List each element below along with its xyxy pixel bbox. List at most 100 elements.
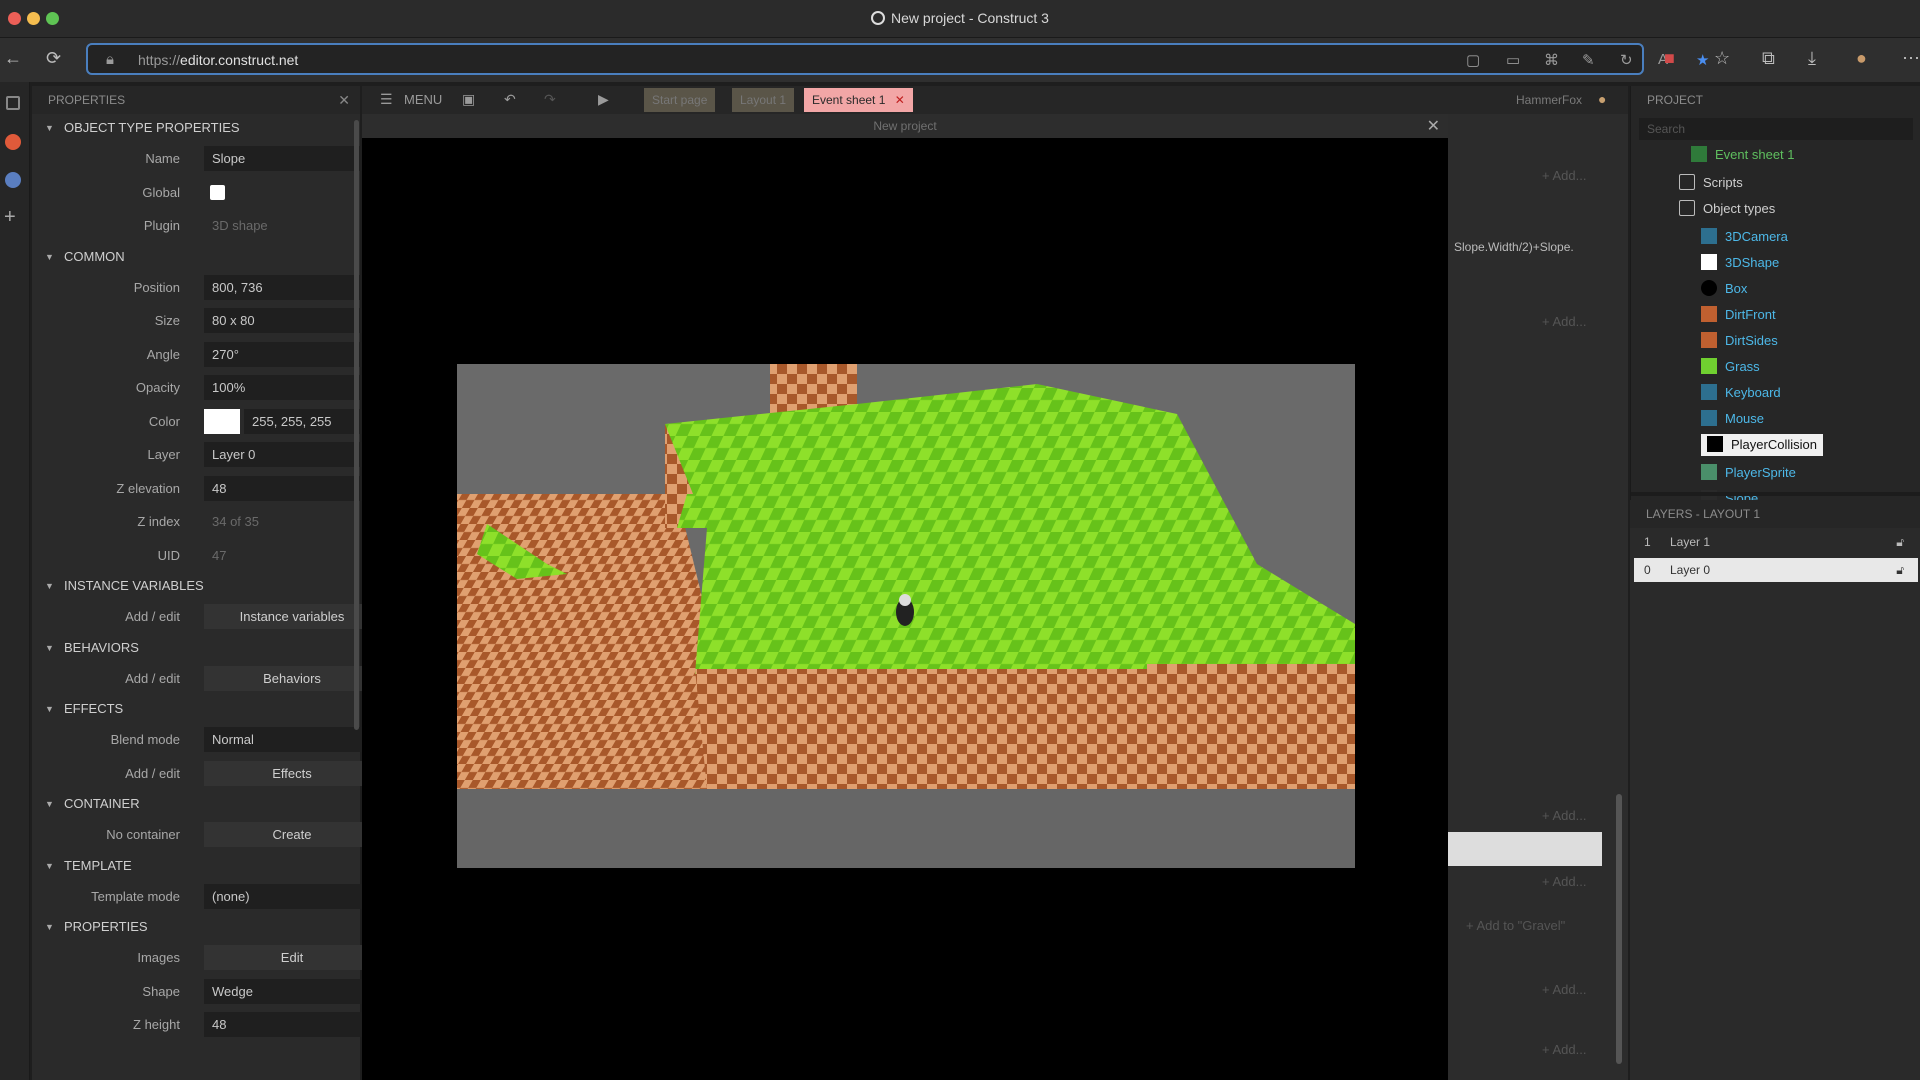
properties-panel: PROPERTIES ✕ ▼ OBJECT TYPE PROPERTIES Name…: [32, 86, 380, 1080]
shape-select[interactable]: Wedge▾: [204, 978, 380, 1004]
prop-label: Layer: [147, 447, 180, 462]
project-tree-item[interactable]: Object types: [1679, 198, 1775, 220]
event-sheet-view: + Add... Slope.Width/2)+Slope. + Add... …: [1446, 114, 1628, 1080]
lock-icon[interactable]: 🔓︎: [1896, 530, 1904, 554]
tab-event-sheet-1[interactable]: Event sheet 1 ✕: [804, 88, 913, 112]
add-event-link[interactable]: + Add...: [1542, 1042, 1586, 1057]
layer-select-value: Layer 0: [212, 447, 256, 462]
translate-icon[interactable]: ⌘: [1544, 51, 1559, 69]
project-tree-item[interactable]: Mouse: [1701, 408, 1764, 430]
color-swatch[interactable]: [204, 408, 240, 434]
redo-icon[interactable]: ↷: [544, 91, 556, 108]
prop-label: Angle: [146, 346, 180, 362]
add-icon[interactable]: +: [4, 206, 16, 229]
project-tree-item[interactable]: Event sheet 1: [1691, 144, 1795, 166]
project-tree-item[interactable]: Grass: [1701, 356, 1760, 378]
menu-button[interactable]: MENU: [404, 92, 442, 107]
menu-icon[interactable]: ☰: [380, 91, 393, 108]
layer-row[interactable]: 1 Layer 1 🔓︎: [1634, 530, 1918, 554]
undo-icon[interactable]: ↶: [504, 91, 516, 108]
bookmark-star-icon[interactable]: ★: [1696, 51, 1709, 69]
tabs-icon[interactable]: [6, 96, 20, 110]
prop-opacity: Opacity 100%: [32, 371, 380, 405]
reload-icon[interactable]: ⟳: [46, 48, 61, 69]
game-viewport[interactable]: [457, 364, 1355, 868]
add-event-link[interactable]: + Add...: [1542, 168, 1586, 183]
blend-mode-select[interactable]: Normal▾: [204, 727, 380, 752]
construct-sidebar-icon[interactable]: [5, 172, 21, 188]
object-type-icon: [1701, 280, 1717, 296]
add-event-link[interactable]: + Add...: [1542, 314, 1586, 329]
project-tree-item[interactable]: 3DCamera: [1701, 226, 1788, 248]
lock-icon[interactable]: 🔓︎: [1896, 558, 1904, 582]
install-app-icon[interactable]: ▢: [1466, 51, 1480, 69]
save-icon[interactable]: ▣: [462, 91, 475, 108]
project-tree-item[interactable]: PlayerCollision: [1701, 434, 1823, 456]
download-icon[interactable]: ⤓: [1808, 48, 1816, 69]
section-template[interactable]: ▼ TEMPLATE: [32, 852, 360, 880]
profile-avatar-icon[interactable]: ●: [1856, 48, 1867, 69]
properties-header-text: PROPERTIES: [48, 93, 126, 107]
color-input[interactable]: 255, 255, 255: [244, 408, 380, 434]
section-behaviors[interactable]: ▼ BEHAVIORS: [32, 634, 360, 662]
prop-z-height: Z height 48: [32, 1008, 380, 1042]
section-title: INSTANCE VARIABLES: [64, 578, 204, 593]
project-tree-item[interactable]: DirtFront: [1701, 304, 1776, 326]
add-event-link[interactable]: + Add...: [1542, 808, 1586, 823]
section-properties[interactable]: ▼ PROPERTIES: [32, 913, 360, 941]
tree-item-label: Scripts: [1703, 175, 1743, 190]
prop-behaviors: Add / edit Behaviors: [32, 662, 380, 696]
more-menu-icon[interactable]: ⋯: [1902, 48, 1920, 69]
app-icon[interactable]: [5, 134, 21, 150]
add-to-group-link[interactable]: + Add to "Gravel": [1466, 918, 1565, 933]
address-bar[interactable]: 🔒︎ https://editor.construct.net ▢ ▭ ⌘ ✎ …: [86, 43, 1709, 75]
z-height-input[interactable]: 48: [204, 1012, 380, 1037]
create-container-button[interactable]: Create: [204, 822, 380, 847]
layer-row-selected[interactable]: 0 Layer 0 🔓︎: [1634, 558, 1918, 582]
section-effects[interactable]: ▼ EFFECTS: [32, 695, 360, 723]
collections-icon[interactable]: ⧉: [1762, 48, 1775, 69]
global-checkbox[interactable]: [210, 184, 225, 200]
prop-label: Z height: [133, 1017, 180, 1032]
event-row-selected[interactable]: [1446, 832, 1602, 866]
project-tree-item[interactable]: Scripts: [1679, 172, 1743, 194]
close-icon[interactable]: ✕: [1427, 116, 1440, 136]
project-tree-item[interactable]: Keyboard: [1701, 382, 1781, 404]
refresh-page-icon[interactable]: ↻: [1620, 51, 1633, 69]
add-event-link[interactable]: + Add...: [1542, 982, 1586, 997]
extension-icon[interactable]: ■: [1664, 48, 1675, 69]
tree-item-label: PlayerCollision: [1731, 437, 1817, 452]
tab-start-page[interactable]: Start page: [644, 88, 716, 112]
cast-icon[interactable]: ▭: [1506, 51, 1520, 69]
close-icon[interactable]: ✕: [338, 86, 350, 114]
project-tree-item[interactable]: DirtSides: [1701, 330, 1778, 352]
favorites-icon[interactable]: ☆: [1714, 48, 1730, 69]
blend-mode-value: Normal: [212, 732, 254, 747]
project-tree-item[interactable]: PlayerSprite: [1701, 462, 1796, 484]
section-common[interactable]: ▼ COMMON: [32, 243, 360, 271]
project-search-input[interactable]: Search: [1639, 118, 1913, 140]
add-event-link[interactable]: + Add...: [1542, 874, 1586, 889]
edit-images-button[interactable]: Edit: [204, 945, 380, 970]
browser-sidebar: +: [0, 82, 30, 1080]
project-tree-item[interactable]: 3DShape: [1701, 252, 1779, 274]
close-tab-icon[interactable]: ✕: [895, 93, 905, 107]
layer-index: 1: [1644, 535, 1651, 549]
effects-button[interactable]: Effects: [204, 760, 380, 786]
prop-plugin: Plugin 3D shape: [32, 209, 360, 243]
edit-icon[interactable]: ✎: [1582, 51, 1595, 69]
prop-name: Name Slope: [32, 142, 380, 176]
section-title: CONTAINER: [64, 796, 140, 811]
properties-scrollbar[interactable]: [354, 120, 359, 730]
section-container[interactable]: ▼ CONTAINER: [32, 790, 360, 818]
preview-play-icon[interactable]: ▶: [598, 91, 609, 108]
username[interactable]: HammerFox: [1516, 93, 1582, 107]
tab-layout-1[interactable]: Layout 1: [732, 88, 795, 112]
user-avatar-icon[interactable]: ●: [1598, 91, 1606, 107]
section-instance-variables[interactable]: ▼ INSTANCE VARIABLES: [32, 572, 360, 600]
project-tree-item[interactable]: Box: [1701, 278, 1747, 300]
section-object-type[interactable]: ▼ OBJECT TYPE PROPERTIES: [32, 114, 360, 142]
template-mode-select[interactable]: (none)▾: [204, 883, 380, 909]
back-arrow-icon[interactable]: ←: [4, 48, 22, 69]
event-sheet-scrollbar[interactable]: [1616, 794, 1622, 1064]
